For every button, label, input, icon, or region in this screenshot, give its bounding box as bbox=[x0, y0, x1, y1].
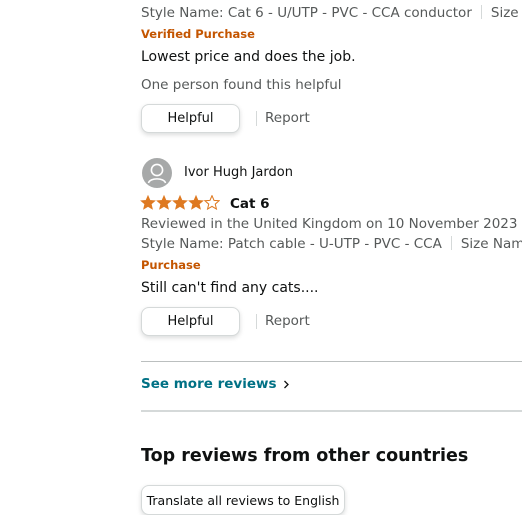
review-body: Lowest price and does the job. bbox=[141, 49, 356, 65]
reviewer-name[interactable]: Ivor Hugh Jardon bbox=[184, 165, 293, 180]
star-rating[interactable] bbox=[140, 195, 220, 210]
report-link[interactable]: Report bbox=[265, 313, 310, 329]
report-link[interactable]: Report bbox=[265, 110, 310, 126]
see-more-label: See more reviews bbox=[141, 376, 277, 392]
button-divider bbox=[256, 111, 257, 126]
divider bbox=[141, 361, 522, 362]
helpful-count: One person found this helpful bbox=[141, 77, 342, 93]
star-icon bbox=[172, 195, 188, 210]
section-title: Top reviews from other countries bbox=[141, 446, 469, 466]
style-name-text: Style Name: Patch cable - U-UTP - PVC - … bbox=[141, 236, 442, 252]
divider bbox=[141, 410, 522, 412]
meta-divider bbox=[480, 5, 482, 19]
review-style-name: Style Name: Cat 6 - U/UTP - PVC - CCA co… bbox=[141, 5, 522, 21]
star-icon bbox=[156, 195, 172, 210]
chevron-right-icon bbox=[284, 380, 290, 389]
review-body: Still can't find any cats.... bbox=[141, 280, 319, 296]
see-more-reviews-link[interactable]: See more reviews bbox=[141, 376, 290, 392]
star-icon bbox=[188, 195, 204, 210]
helpful-button[interactable]: Helpful bbox=[141, 104, 240, 133]
style-name-text: Style Name: Cat 6 - U/UTP - PVC - CCA co… bbox=[141, 5, 472, 21]
meta-divider bbox=[450, 236, 452, 250]
helpful-button[interactable]: Helpful bbox=[141, 307, 240, 336]
star-icon bbox=[140, 195, 156, 210]
translate-all-button[interactable]: Translate all reviews to English bbox=[141, 485, 345, 515]
verified-purchase-badge: Purchase bbox=[141, 258, 201, 272]
button-divider bbox=[256, 314, 257, 329]
review-style-name: Style Name: Patch cable - U-UTP - PVC - … bbox=[141, 236, 522, 252]
size-name-text: Size Name: ( bbox=[460, 236, 522, 252]
review-date: Reviewed in the United Kingdom on 10 Nov… bbox=[141, 216, 518, 232]
avatar-icon bbox=[142, 158, 172, 188]
verified-purchase-badge: Verified Purchase bbox=[141, 27, 255, 41]
review-title[interactable]: Cat 6 bbox=[230, 196, 270, 212]
star-empty-icon bbox=[204, 195, 220, 210]
size-name-text: Size Nar bbox=[490, 5, 522, 21]
